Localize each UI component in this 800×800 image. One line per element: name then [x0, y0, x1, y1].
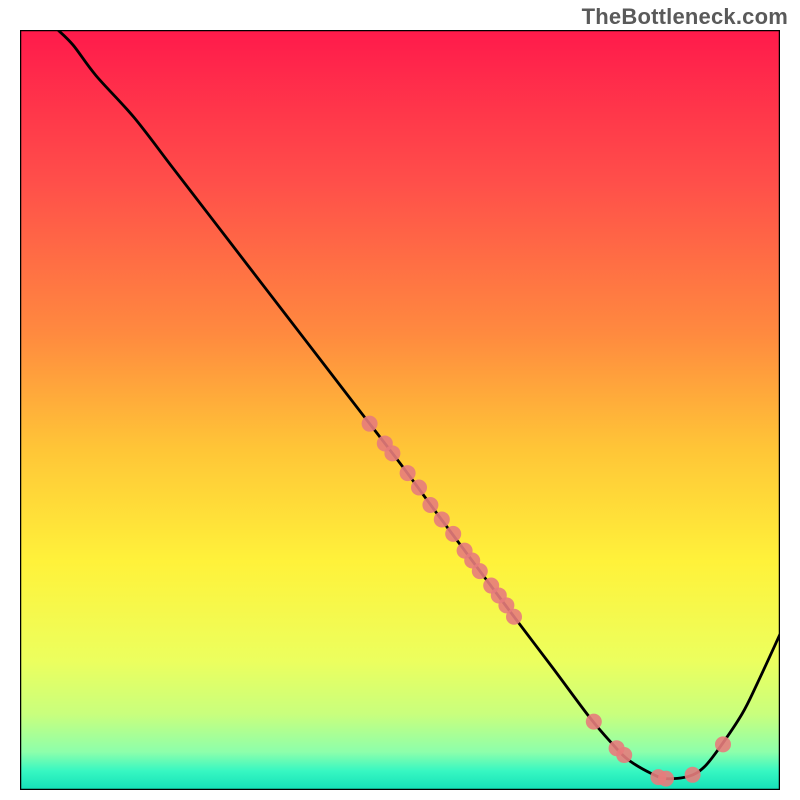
axes-frame [20, 30, 780, 790]
watermark-text: TheBottleneck.com [582, 4, 788, 30]
chart-canvas: TheBottleneck.com [0, 0, 800, 800]
plot-area [20, 30, 780, 790]
